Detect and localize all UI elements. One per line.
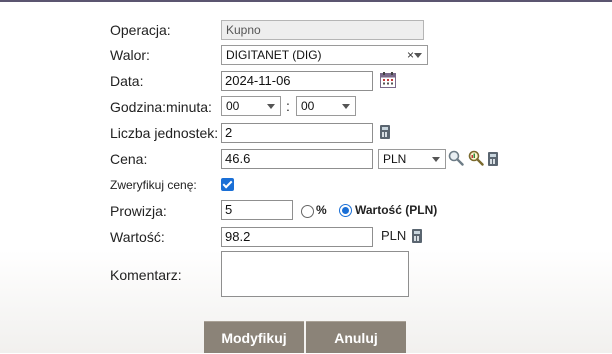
currency-value: PLN bbox=[383, 152, 407, 166]
search-icon[interactable] bbox=[448, 150, 464, 166]
currency-select[interactable]: PLN bbox=[378, 149, 446, 169]
label-cena: Cena: bbox=[110, 151, 148, 167]
label-prowizja: Prowizja: bbox=[110, 203, 167, 219]
chevron-down-icon bbox=[414, 53, 422, 58]
chevron-down-icon bbox=[267, 104, 275, 109]
verify-price-checkbox[interactable] bbox=[221, 178, 234, 191]
hour-value: 00 bbox=[226, 99, 240, 113]
label-liczba: Liczba jednostek: bbox=[110, 125, 219, 141]
time-separator: : bbox=[286, 98, 290, 114]
minute-value: 00 bbox=[301, 99, 315, 113]
label-operacja: Operacja: bbox=[110, 22, 171, 38]
commission-input[interactable]: 5 bbox=[221, 200, 293, 220]
label-godzina: Godzina:minuta: bbox=[110, 99, 212, 115]
search-chart-icon[interactable] bbox=[468, 150, 484, 166]
value-currency-label: PLN bbox=[381, 228, 407, 243]
value-input[interactable]: 98.2 bbox=[221, 227, 373, 247]
calculator-icon[interactable] bbox=[488, 152, 498, 166]
commission-percent-radio[interactable] bbox=[301, 205, 314, 218]
label-zweryfikuj: Zweryfikuj cenę: bbox=[110, 178, 197, 192]
calculator-icon[interactable] bbox=[380, 125, 390, 139]
price-input[interactable]: 46.6 bbox=[221, 149, 373, 169]
label-komentarz: Komentarz: bbox=[110, 267, 182, 283]
comment-textarea[interactable] bbox=[221, 251, 409, 297]
chevron-down-icon bbox=[432, 157, 440, 162]
hour-select[interactable]: 00 bbox=[221, 96, 281, 116]
modify-button[interactable]: Modyfikuj bbox=[204, 321, 304, 353]
cancel-button[interactable]: Anuluj bbox=[306, 321, 406, 353]
minute-select[interactable]: 00 bbox=[296, 96, 356, 116]
chevron-down-icon bbox=[342, 104, 350, 109]
label-wartosc: Wartość: bbox=[110, 229, 165, 245]
label-walor: Walor: bbox=[110, 47, 150, 63]
units-input[interactable]: 2 bbox=[221, 123, 373, 143]
clear-icon[interactable]: × bbox=[407, 46, 414, 64]
walor-select[interactable]: DIGITANET (DIG) × bbox=[221, 45, 428, 65]
calculator-icon[interactable] bbox=[412, 229, 422, 243]
operacja-field: Kupno bbox=[221, 20, 424, 40]
walor-value: DIGITANET (DIG) bbox=[226, 48, 322, 62]
top-border bbox=[0, 0, 612, 2]
label-data: Data: bbox=[110, 73, 144, 89]
date-input[interactable]: 2024-11-06 bbox=[221, 71, 373, 91]
commission-percent-label: % bbox=[316, 203, 327, 217]
calendar-icon[interactable] bbox=[380, 72, 396, 88]
commission-value-radio[interactable] bbox=[339, 204, 352, 217]
commission-value-label: Wartość (PLN) bbox=[355, 203, 438, 217]
